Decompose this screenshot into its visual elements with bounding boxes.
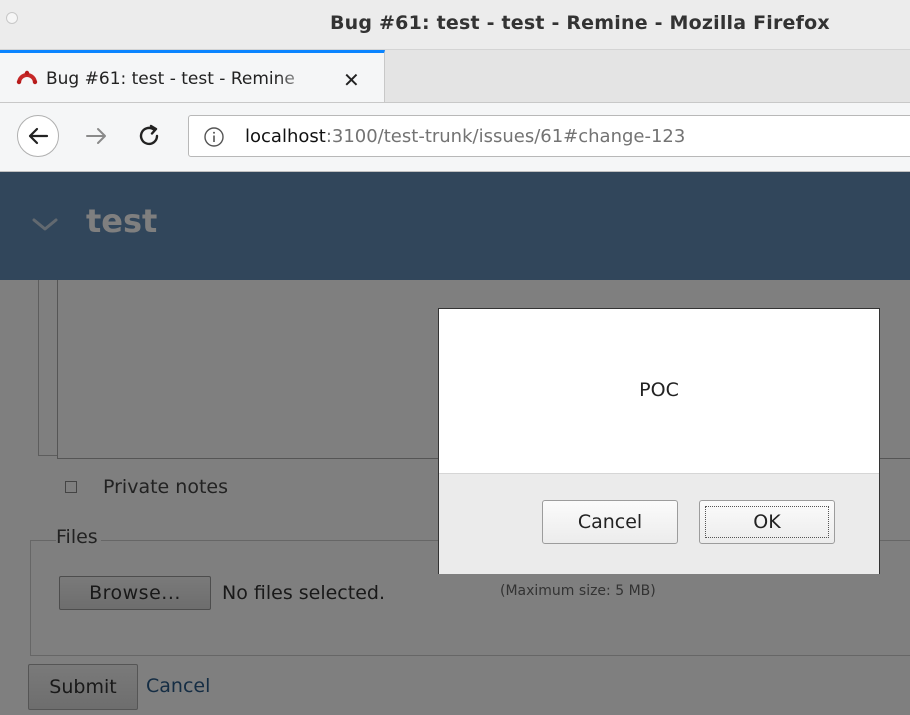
tab-strip: Bug #61: test - test - Remine ✕ xyxy=(0,50,910,103)
submit-button[interactable]: Submit xyxy=(28,664,138,710)
dialog-cancel-button[interactable]: Cancel xyxy=(542,500,678,544)
confirm-dialog: POC Cancel OK xyxy=(438,308,880,574)
redmine-favicon-icon xyxy=(16,67,38,89)
tab-label: Bug #61: test - test - Remine xyxy=(46,69,295,89)
project-title: test xyxy=(86,202,158,240)
close-tab-icon[interactable]: ✕ xyxy=(343,68,360,92)
forward-arrow-icon[interactable] xyxy=(84,124,108,152)
navigation-bar: localhost:3100/test-trunk/issues/61#chan… xyxy=(0,103,910,172)
dialog-message: POC xyxy=(639,379,679,401)
window-title: Bug #61: test - test - Remine - Mozilla … xyxy=(330,12,830,34)
back-arrow-icon xyxy=(28,127,49,145)
dialog-message-area: POC xyxy=(439,309,879,473)
site-info-icon[interactable] xyxy=(203,126,225,152)
chevron-down-icon[interactable] xyxy=(32,216,58,236)
private-notes-label: Private notes xyxy=(103,476,228,498)
dialog-button-area: Cancel OK xyxy=(439,473,879,574)
url-text: localhost:3100/test-trunk/issues/61#chan… xyxy=(245,126,685,147)
private-notes-checkbox[interactable] xyxy=(65,481,77,493)
window-control-icon[interactable] xyxy=(6,12,18,24)
cancel-link[interactable]: Cancel xyxy=(146,675,210,697)
no-files-text: No files selected. xyxy=(222,582,385,604)
back-button[interactable] xyxy=(17,115,59,157)
files-legend: Files xyxy=(56,526,101,548)
url-bar[interactable]: localhost:3100/test-trunk/issues/61#chan… xyxy=(188,115,910,157)
url-host: localhost xyxy=(245,126,326,147)
browser-tab[interactable]: Bug #61: test - test - Remine ✕ xyxy=(0,50,385,102)
dialog-ok-button[interactable]: OK xyxy=(699,500,835,544)
browse-button[interactable]: Browse... xyxy=(59,576,211,610)
url-path: :3100/test-trunk/issues/61#change-123 xyxy=(325,126,686,147)
reload-icon[interactable] xyxy=(136,123,162,153)
dialog-ok-label: OK xyxy=(753,511,781,533)
max-size-text: (Maximum size: 5 MB) xyxy=(500,583,656,599)
project-header: test xyxy=(0,172,910,280)
window-title-bar: Bug #61: test - test - Remine - Mozilla … xyxy=(0,0,910,50)
